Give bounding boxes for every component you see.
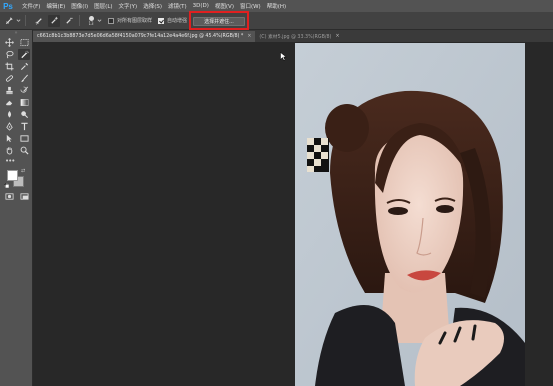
menu-filter[interactable]: 滤镜(T) [168, 2, 187, 10]
sample-all-layers-checkbox[interactable]: 对所有图层取样 [108, 17, 152, 24]
menu-image[interactable]: 图像(I) [71, 2, 88, 10]
tab-document-1[interactable]: c661c8b1c3b8873e7d5e06d6a58f4150a079c7fe… [33, 31, 256, 42]
chevron-down-icon[interactable] [96, 15, 102, 27]
lasso-tool-icon[interactable] [3, 49, 15, 60]
menu-layer[interactable]: 图层(L) [94, 2, 112, 10]
default-colors-icon[interactable] [3, 182, 9, 188]
quick-mask-icon[interactable] [3, 191, 15, 202]
tools-panel: » ••• ⇄ [0, 30, 33, 386]
zoom-tool-icon[interactable] [18, 145, 30, 156]
move-tool-icon[interactable] [3, 37, 15, 48]
blur-tool-icon[interactable] [3, 109, 15, 120]
mouse-cursor-icon [280, 51, 287, 63]
options-bar: 13 对所有图层取样 自动增强 [0, 12, 553, 30]
edit-toolbar-icon[interactable]: ••• [0, 156, 32, 166]
tab-label: (C) 素材5.jpg @ 33.3%(RGB/8) [259, 35, 332, 40]
menu-file[interactable]: 文件(F) [22, 2, 40, 10]
sample-all-layers-label: 对所有图层取样 [117, 18, 153, 24]
close-icon[interactable]: × [247, 34, 251, 39]
swap-colors-icon[interactable]: ⇄ [21, 168, 25, 174]
menu-view[interactable]: 视图(V) [215, 2, 234, 10]
marquee-tool-icon[interactable] [18, 37, 30, 48]
checkbox-checked-icon[interactable] [158, 17, 165, 24]
clone-stamp-tool-icon[interactable] [3, 85, 15, 96]
divider [25, 15, 26, 26]
add-to-selection-brush-icon[interactable] [48, 14, 60, 27]
checkbox-unchecked-icon[interactable] [108, 17, 114, 24]
quick-selection-tool-icon[interactable] [18, 48, 30, 60]
chevron-down-icon[interactable] [15, 15, 21, 27]
brush-size-value: 13 [88, 20, 94, 26]
hair-clip-icon [307, 138, 329, 172]
new-selection-brush-icon[interactable] [33, 15, 45, 27]
highlight-box [189, 11, 249, 30]
menu-3d[interactable]: 3D(D) [193, 3, 209, 9]
close-icon[interactable]: × [335, 34, 339, 39]
color-swatches: ⇄ [0, 168, 32, 190]
spot-healing-tool-icon[interactable] [3, 73, 15, 84]
document-image[interactable] [295, 43, 525, 386]
crop-tool-icon[interactable] [3, 61, 15, 72]
eraser-tool-icon[interactable] [3, 97, 15, 108]
foreground-color-swatch[interactable] [7, 170, 18, 181]
document-tabs: c661c8b1c3b8873e7d5e06d6a58f4150a079c7fe… [33, 30, 553, 42]
menu-window[interactable]: 窗口(W) [240, 2, 261, 10]
menu-edit[interactable]: 编辑(E) [46, 2, 65, 10]
rectangle-tool-icon[interactable] [18, 133, 30, 144]
menu-type[interactable]: 文字(Y) [119, 2, 138, 10]
auto-enhance-checkbox[interactable]: 自动增强 [158, 17, 187, 24]
type-tool-icon[interactable] [18, 121, 30, 132]
divider [79, 15, 80, 26]
dodge-tool-icon[interactable] [18, 109, 30, 120]
pen-tool-icon[interactable] [3, 121, 15, 132]
history-brush-tool-icon[interactable] [18, 85, 30, 96]
hand-tool-icon[interactable] [3, 145, 15, 156]
screen-mode-icon[interactable] [18, 191, 30, 202]
gradient-tool-icon[interactable] [18, 97, 30, 108]
eyedropper-tool-icon[interactable] [18, 61, 30, 72]
tab-document-2[interactable]: (C) 素材5.jpg @ 33.3%(RGB/8) × [255, 31, 343, 42]
path-selection-tool-icon[interactable] [3, 133, 15, 144]
tool-preset-icon[interactable] [3, 15, 15, 27]
photoshop-logo[interactable]: Ps [0, 0, 16, 12]
subtract-from-selection-brush-icon[interactable] [63, 15, 75, 27]
brush-tool-icon[interactable] [18, 73, 30, 84]
menu-help[interactable]: 帮助(H) [267, 2, 286, 10]
tab-label: c661c8b1c3b8873e7d5e06d6a58f4150a079c7fe… [37, 34, 244, 39]
menu-bar: Ps 文件(F) 编辑(E) 图像(I) 图层(L) 文字(Y) 选择(S) 滤… [0, 0, 553, 12]
menu-select[interactable]: 选择(S) [143, 2, 162, 10]
auto-enhance-label: 自动增强 [167, 18, 188, 24]
brush-size-picker[interactable]: 13 [86, 15, 96, 27]
